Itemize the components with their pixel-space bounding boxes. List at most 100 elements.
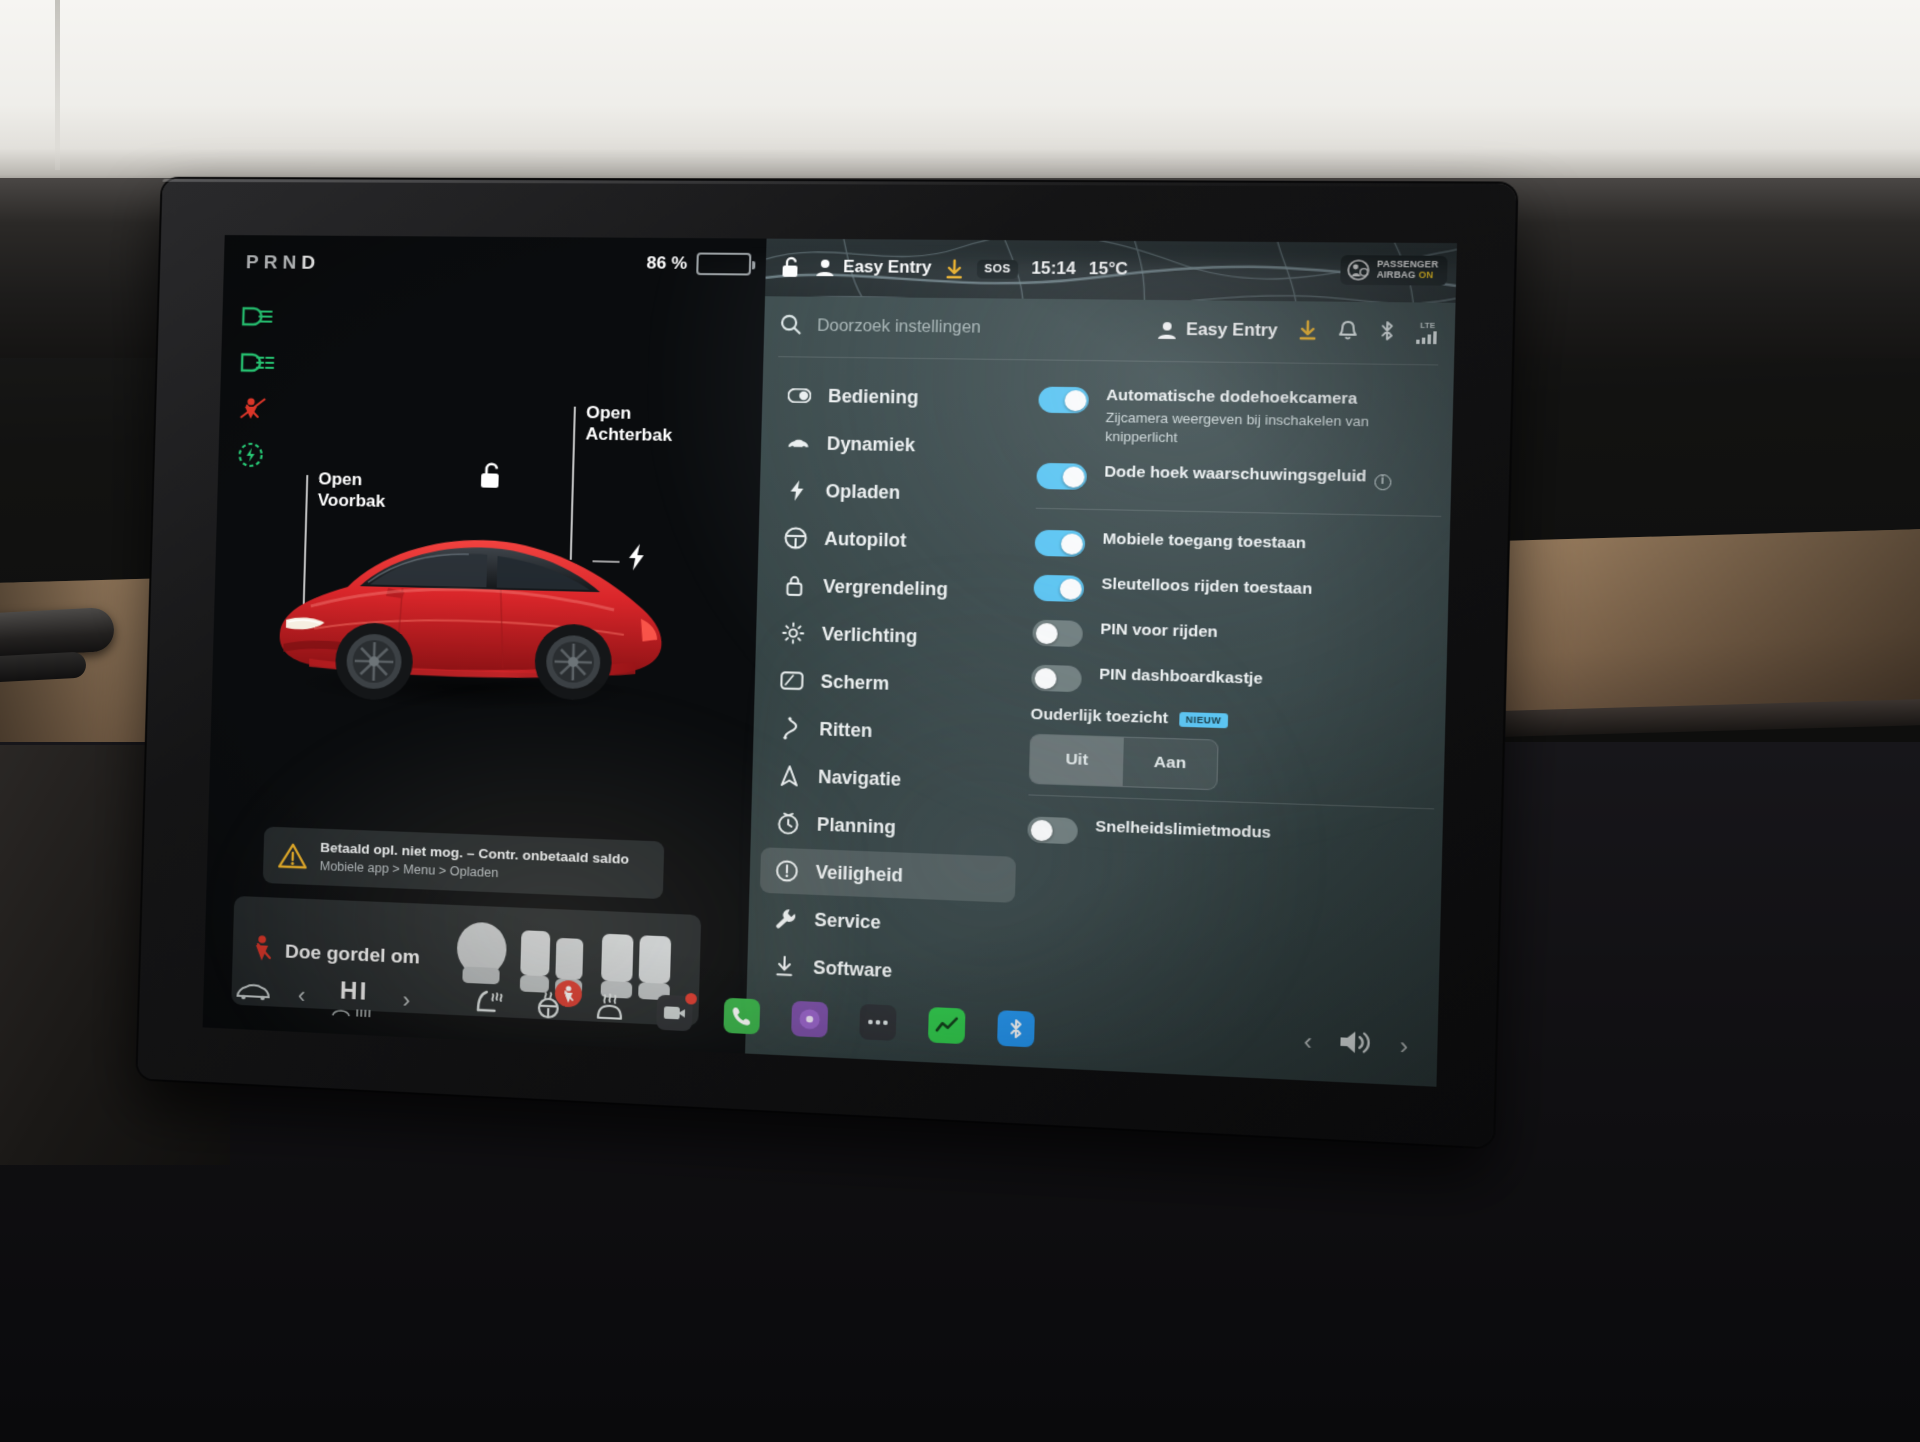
sidebar-item-label: Bediening [828,385,919,408]
setting-label: PIN voor rijden [1100,620,1218,644]
chevron-left-icon[interactable]: ‹ [298,982,306,1009]
steering-wheel-icon [784,526,808,549]
gear-selector-prnd: PRND [246,252,321,275]
chevron-right-icon[interactable]: › [402,987,410,1014]
settings-sheet: Doorzoek instellingen Easy Entry [745,296,1456,1087]
more-apps[interactable] [859,1004,896,1041]
toggle-switch[interactable] [1032,620,1083,647]
air-vent-lower [0,652,87,683]
low-beam-headlight-icon [240,301,279,332]
sidebar-item-dynamiek[interactable]: Dynamiek [771,420,1027,470]
sidebar-item-opladen[interactable]: Opladen [770,467,1026,518]
seat-heater-icon[interactable] [471,987,503,1022]
sidebar-item-verlichting[interactable]: Verlichting [766,610,1022,662]
setting-text: Automatische dodehoekcameraZijcamera wee… [1105,385,1444,451]
sidebar-item-label: Vergrendeling [823,575,948,600]
bluetooth-app[interactable] [997,1010,1035,1047]
sidebar-item-service[interactable]: Service [759,895,1015,951]
sidebar-item-label: Service [814,909,881,934]
toggle-switch[interactable] [1035,530,1086,557]
media-app[interactable] [791,1001,828,1038]
sidebar-item-label: Planning [817,814,896,839]
sidebar-item-autopilot[interactable]: Autopilot [769,515,1025,566]
download-arrow-icon [772,954,796,978]
status-profile-name: Easy Entry [843,259,932,278]
bluetooth-icon[interactable] [1378,320,1397,347]
settings-profile[interactable]: Easy Entry [1156,320,1278,342]
airbag-icon [1347,259,1370,280]
sidebar-item-label: Ritten [819,718,872,741]
sun-brightness-icon [781,621,805,644]
sidebar-item-vergrendeling[interactable]: Vergrendeling [767,562,1023,614]
software-download-icon[interactable] [944,258,964,279]
toggle-switch[interactable] [1033,575,1084,602]
status-profile[interactable]: Easy Entry [814,257,932,279]
search-icon [779,312,803,340]
wrench-icon [774,907,798,931]
navigation-arrow-icon [777,764,801,788]
sidebar-item-scherm[interactable]: Scherm [765,657,1021,710]
camera-badge [685,993,697,1005]
safety-warning-icon [775,859,799,883]
top-status-bar: Easy Entry SOS 15:14 15°C [765,239,1457,303]
toggle-switch[interactable] [1027,817,1078,845]
callout-rear-line2: Achterbak [585,424,672,447]
sos-label: SOS [976,260,1018,279]
toggle-knob [1060,533,1082,554]
callout-rear-trunk[interactable]: Open Achterbak [585,403,673,447]
screen-surface: PRND 86 % [203,235,1457,1087]
phone-app[interactable] [723,998,760,1035]
setting-text: Sleutelloos rijden toestaan [1101,575,1312,601]
setting-text: Mobiele toegang toestaan [1102,529,1306,555]
software-download-icon[interactable] [1297,319,1318,346]
settings-search-row: Doorzoek instellingen Easy Entry [763,296,1455,364]
setting-label: PIN dashboardkastje [1099,665,1263,691]
vehicle-visualization: Open Voorbak Open Achterbak [208,355,763,857]
battery-percent-label: 86 % [646,253,687,274]
car-front-icon[interactable] [233,978,272,1009]
sos-button[interactable]: SOS [976,260,1018,279]
car-icon [786,436,810,451]
settings-nav-list: Bediening DynamiekOpladen Autopilot Vergren… [757,373,1028,1002]
camera-app[interactable] [656,995,693,1032]
sidebar-item-label: Navigatie [818,766,902,791]
display-screen-icon [780,671,804,690]
sidebar-item-ritten[interactable]: Ritten [764,705,1020,759]
climate-temperature-display[interactable]: HI [331,977,377,1020]
sidebar-item-navigatie[interactable]: Navigatie [762,752,1018,806]
tesla-center-display: PRND 86 % [137,179,1516,1148]
search-input[interactable]: Doorzoek instellingen [817,317,981,337]
setting-label: Mobiele toegang toestaan [1102,529,1306,555]
setting-text: Snelheidslimietmodus [1095,817,1271,845]
unlocked-padlock-icon[interactable] [780,255,802,280]
sidebar-item-label: Scherm [820,671,889,695]
toggle-switch[interactable] [1031,665,1082,693]
windshield-defrost-icon[interactable] [593,992,625,1027]
battery-indicator[interactable]: 86 % [646,252,751,275]
sidebar-item-label: Autopilot [824,528,907,552]
sidebar-item-label: Veiligheid [815,861,903,886]
energy-app[interactable] [928,1007,966,1044]
air-vent [0,607,115,657]
parental-control-title: Ouderlijk toezicht [1030,706,1168,728]
battery-shell-icon [696,252,751,275]
parental-control-segmented: UitAan [1029,734,1219,791]
cellular-bars-icon [1416,331,1439,344]
sidebar-item-planning[interactable]: Planning [761,800,1017,855]
wall-seam [55,0,60,170]
setting-row: Automatische dodehoekcameraZijcamera wee… [1037,376,1444,460]
segment-option-uit[interactable]: Uit [1030,735,1124,786]
dock-climate-group: ‹ HI › [233,972,411,1021]
dock-app-group [471,986,1034,1047]
segment-option-aan[interactable]: Aan [1123,738,1218,790]
sidebar-item-bediening[interactable]: Bediening [772,373,1028,422]
sidebar-item-veiligheid[interactable]: Veiligheid [760,847,1016,903]
info-icon[interactable]: i [1374,474,1391,490]
steering-wheel-heater-icon[interactable] [533,990,563,1025]
cellular-signal[interactable]: LTE [1416,323,1439,345]
setting-row: PIN dashboardkastje [1031,655,1438,712]
toggle-switch[interactable] [1036,463,1087,490]
toggle-switch[interactable] [1038,387,1089,414]
bell-icon[interactable] [1338,319,1359,346]
setting-label: Automatische dodehoekcamera [1106,385,1444,411]
